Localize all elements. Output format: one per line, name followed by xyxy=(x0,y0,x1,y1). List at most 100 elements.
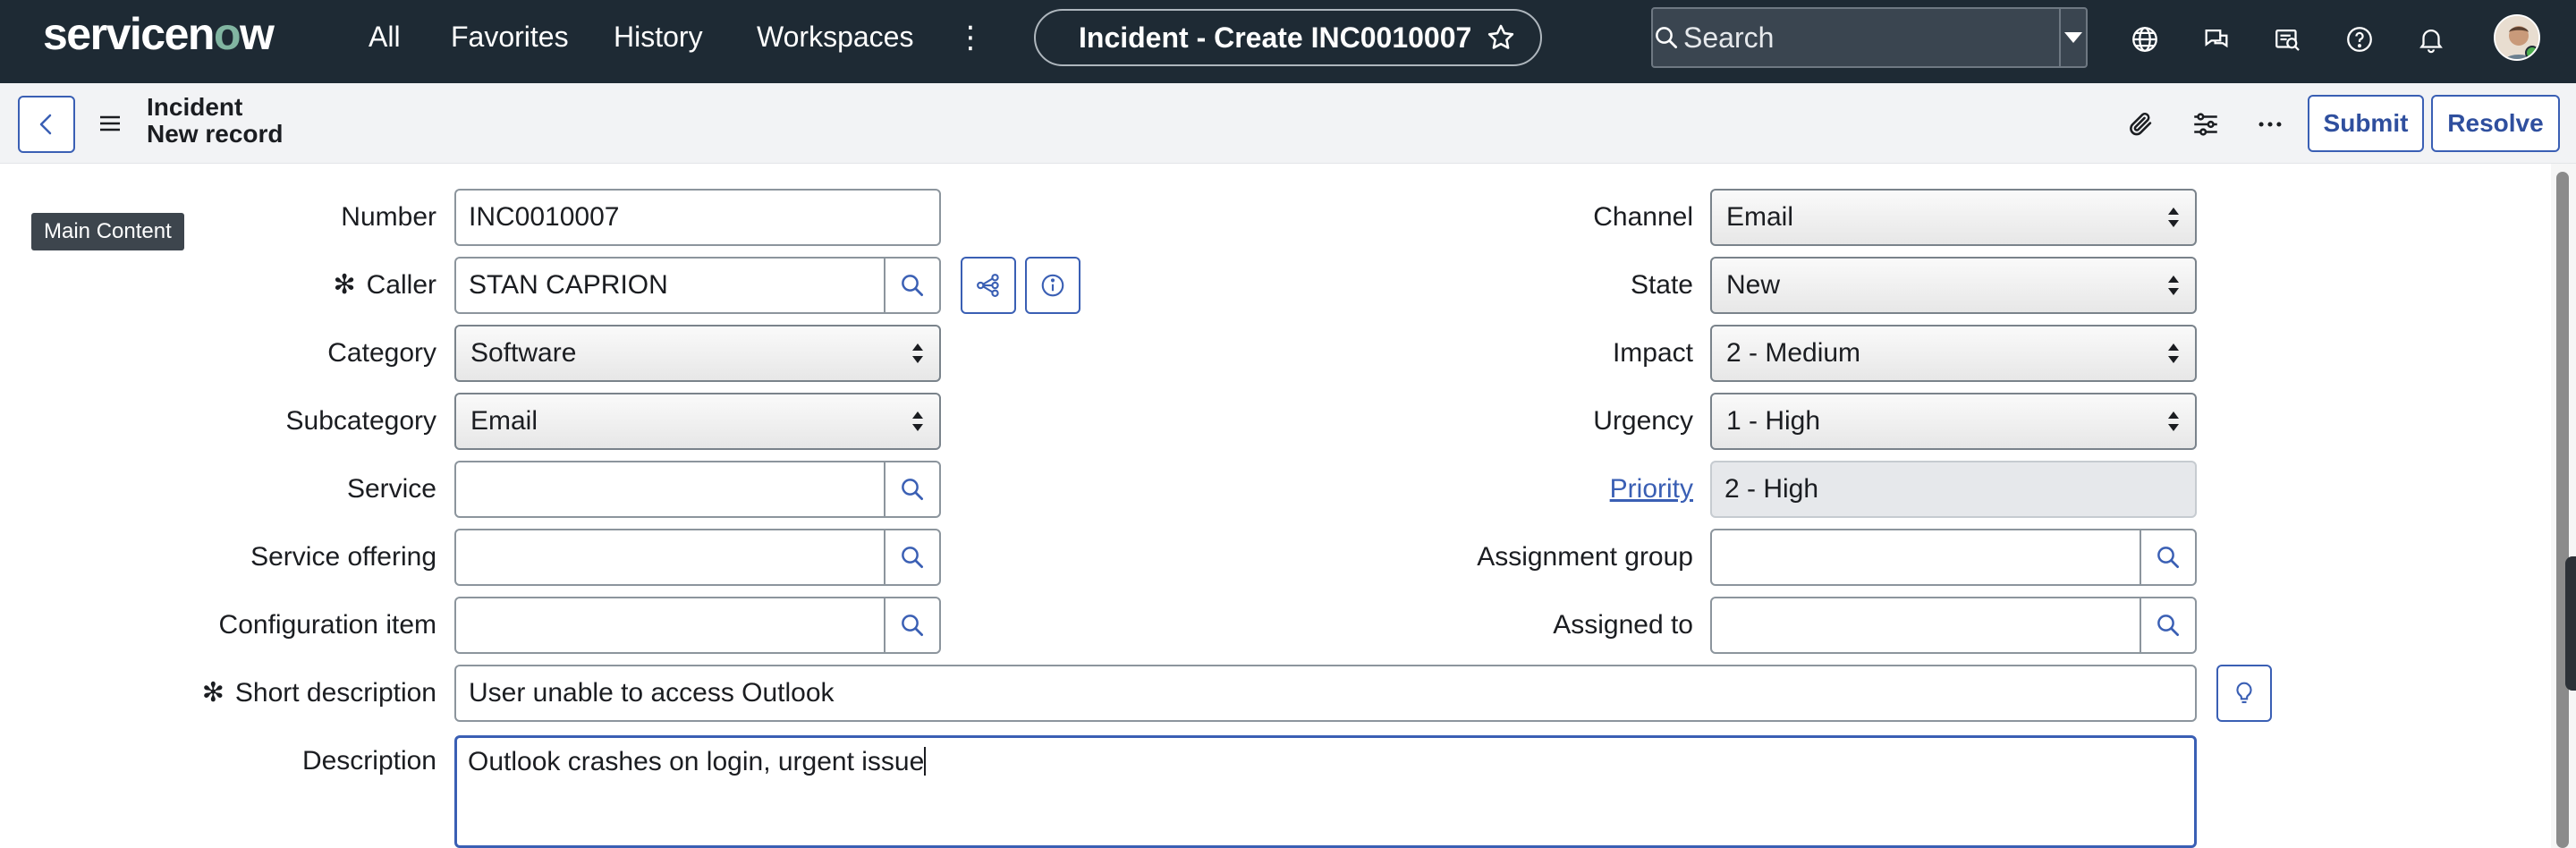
lightbulb-icon xyxy=(2236,682,2252,704)
servicenow-logo[interactable]: servicenow xyxy=(43,7,275,61)
more-menu-icon[interactable]: ⋮ xyxy=(955,20,986,55)
state-select[interactable]: New xyxy=(1710,257,2197,314)
caller-info-button[interactable] xyxy=(1025,257,1080,314)
configuration-item-field[interactable] xyxy=(454,597,941,654)
workspace-icon[interactable] xyxy=(2270,21,2306,57)
caller-lookup-button[interactable] xyxy=(884,259,939,312)
impact-value: 2 - Medium xyxy=(1726,338,1861,368)
hierarchy-icon xyxy=(977,274,999,297)
category-select[interactable]: Software xyxy=(454,325,941,382)
short-description-input[interactable]: User unable to access Outlook xyxy=(454,665,2197,722)
global-search-input[interactable] xyxy=(1680,9,2059,66)
number-field[interactable]: INC0010007 xyxy=(454,189,941,246)
text-cursor xyxy=(924,747,927,776)
description-textarea[interactable]: Outlook crashes on login, urgent issue xyxy=(454,735,2197,848)
channel-label: Channel xyxy=(1593,202,1693,232)
select-arrows-icon xyxy=(2168,208,2179,227)
assigned-to-value xyxy=(1712,598,2140,652)
chevron-down-icon xyxy=(2064,32,2082,43)
configuration-item-lookup-button[interactable] xyxy=(884,598,939,652)
service-offering-field[interactable] xyxy=(454,529,941,586)
chat-icon[interactable] xyxy=(2199,21,2234,57)
help-icon[interactable] xyxy=(2342,21,2377,57)
search-icon xyxy=(902,615,923,636)
select-arrows-icon xyxy=(2168,411,2179,431)
window-title: Incident - Create INC0010007 xyxy=(1079,21,1472,54)
state-value: New xyxy=(1726,270,1781,300)
nav-history-menu[interactable]: History xyxy=(614,18,703,55)
side-panel-handle[interactable] xyxy=(2565,556,2576,691)
service-offering-label: Service offering xyxy=(250,542,436,572)
urgency-select[interactable]: 1 - High xyxy=(1710,393,2197,450)
impact-select[interactable]: 2 - Medium xyxy=(1710,325,2197,382)
search-icon xyxy=(902,275,923,296)
service-offering-lookup-button[interactable] xyxy=(884,530,939,584)
configuration-item-label: Configuration item xyxy=(218,610,436,640)
scrollbar-thumb[interactable] xyxy=(2556,172,2569,848)
select-arrows-icon xyxy=(2168,276,2179,295)
search-icon xyxy=(902,479,923,500)
search-scope-dropdown[interactable] xyxy=(2059,9,2086,66)
more-options-icon[interactable] xyxy=(2250,105,2290,144)
nav-all-menu[interactable]: All xyxy=(369,18,401,55)
select-arrows-icon xyxy=(2168,343,2179,363)
window-title-pill: Incident - Create INC0010007 xyxy=(1034,9,1542,66)
select-arrows-icon xyxy=(912,411,923,431)
caller-hierarchy-button[interactable] xyxy=(961,257,1016,314)
description-value: Outlook crashes on login, urgent issue xyxy=(468,747,925,776)
globe-icon[interactable] xyxy=(2127,21,2163,57)
required-asterisk-icon: ✻ xyxy=(201,678,225,708)
suggestion-lightbulb-button[interactable] xyxy=(2216,665,2272,722)
priority-link[interactable]: Priority xyxy=(1610,462,1693,517)
subcategory-select[interactable]: Email xyxy=(454,393,941,450)
record-header: Incident New record Submit Resolve xyxy=(0,83,2576,164)
resolve-button[interactable]: Resolve xyxy=(2431,95,2560,152)
service-offering-value xyxy=(456,530,884,584)
urgency-label: Urgency xyxy=(1593,406,1693,436)
assigned-to-lookup-button[interactable] xyxy=(2140,598,2195,652)
caller-label: ✻ Caller xyxy=(333,270,437,300)
number-label: Number xyxy=(341,202,436,232)
main-content-tooltip: Main Content xyxy=(31,213,184,250)
subcategory-value: Email xyxy=(470,406,538,436)
assigned-to-field[interactable] xyxy=(1710,597,2197,654)
submit-button[interactable]: Submit xyxy=(2308,95,2424,152)
category-value: Software xyxy=(470,338,577,368)
urgency-value: 1 - High xyxy=(1726,406,1821,436)
nav-favorites-menu[interactable]: Favorites xyxy=(451,18,569,55)
select-arrows-icon xyxy=(912,343,923,363)
record-state: New record xyxy=(147,120,284,148)
assignment-group-label: Assignment group xyxy=(1477,542,1693,572)
description-label: Description xyxy=(301,746,436,776)
star-favorite-icon[interactable] xyxy=(1486,22,1516,53)
context-menu-icon[interactable] xyxy=(98,110,122,137)
category-label: Category xyxy=(327,338,436,368)
number-value: INC0010007 xyxy=(469,202,620,232)
global-search xyxy=(1651,7,2088,68)
search-icon xyxy=(902,547,923,568)
configuration-item-value xyxy=(456,598,884,652)
priority-field: 2 - High xyxy=(1710,461,2197,518)
short-description-label: ✻ Short description xyxy=(201,678,436,708)
search-icon xyxy=(2157,615,2179,636)
assignment-group-field[interactable] xyxy=(1710,529,2197,586)
record-type: Incident xyxy=(147,93,243,121)
chevron-left-icon xyxy=(39,114,52,135)
channel-select[interactable]: Email xyxy=(1710,189,2197,246)
service-lookup-button[interactable] xyxy=(884,462,939,516)
service-field[interactable] xyxy=(454,461,941,518)
bell-icon[interactable] xyxy=(2413,21,2449,57)
record-title: Incident New record xyxy=(147,94,284,148)
caller-field[interactable]: STAN CAPRION xyxy=(454,257,941,314)
assigned-to-label: Assigned to xyxy=(1553,610,1693,640)
top-navigation-bar: servicenow All Favorites History Workspa… xyxy=(0,0,2576,83)
user-avatar[interactable] xyxy=(2494,14,2540,61)
attachment-icon[interactable] xyxy=(2122,105,2161,144)
personalize-form-icon[interactable] xyxy=(2186,105,2225,144)
channel-value: Email xyxy=(1726,202,1794,232)
state-label: State xyxy=(1630,270,1693,300)
subcategory-label: Subcategory xyxy=(285,406,436,436)
assignment-group-lookup-button[interactable] xyxy=(2140,530,2195,584)
nav-workspaces-menu[interactable]: Workspaces xyxy=(757,18,913,55)
back-button[interactable] xyxy=(18,96,75,153)
